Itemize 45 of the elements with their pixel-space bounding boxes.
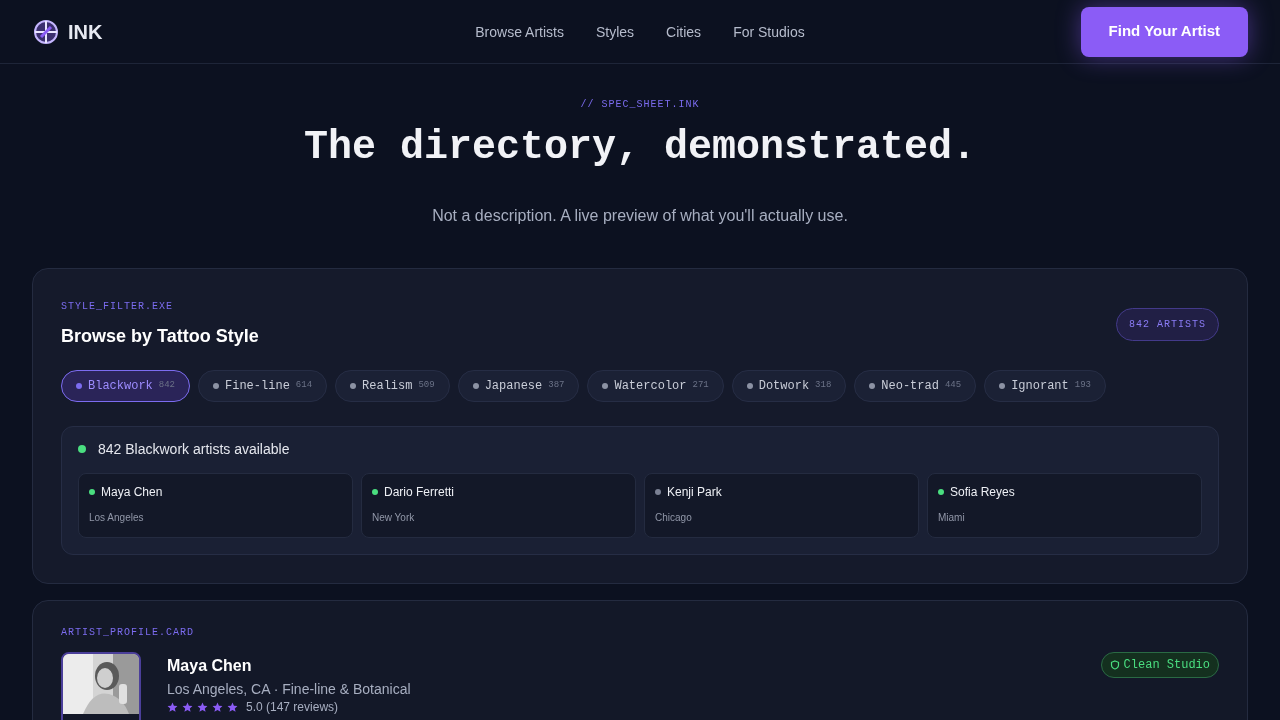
star-icon — [212, 701, 223, 713]
artist-result-card[interactable]: Maya Chen Los Angeles — [78, 473, 353, 538]
style-chip[interactable]: Neo-trad 445 — [854, 370, 977, 402]
card-eyebrow: STYLE_FILTER.EXE — [61, 300, 174, 314]
artist-city: Los Angeles — [89, 511, 145, 525]
card-title: Browse by Tattoo Style — [61, 325, 259, 348]
section-eyebrow: // SPEC_SHEET.INK — [580, 98, 700, 112]
hero-title: The directory, demonstrated. — [303, 128, 977, 168]
style-chip[interactable]: Ignorant 193 — [984, 370, 1106, 402]
artist-result-card[interactable]: Sofia Reyes Miami — [927, 473, 1202, 538]
results-summary: 842 Blackwork artists available — [98, 440, 290, 459]
profile-name: Maya Chen — [167, 656, 253, 676]
brand-name[interactable]: INK — [68, 17, 103, 46]
rating-text: 5.0 (147 reviews) — [246, 700, 339, 714]
profile-meta: Los Angeles, CA · Fine-line & Botanical — [167, 680, 412, 699]
card-eyebrow: ARTIST_PROFILE.CARD — [61, 626, 196, 640]
artist-name: Kenji Park — [667, 484, 722, 500]
artist-city: Chicago — [655, 511, 693, 525]
style-chip[interactable]: Realism 509 — [335, 370, 450, 402]
style-chip[interactable]: Blackwork 842 — [61, 370, 190, 402]
star-icon — [182, 701, 193, 713]
shield-icon — [1109, 660, 1120, 670]
hero-subtitle: Not a description. A live preview of what you'll actually use. — [432, 206, 848, 226]
nav-link[interactable]: For Studios — [733, 21, 805, 42]
artist-name: Maya Chen — [101, 484, 163, 500]
artist-name: Sofia Reyes — [950, 484, 1015, 500]
nav-link[interactable]: Cities — [666, 21, 702, 42]
clean-studio-badge: Clean Studio — [1100, 652, 1219, 678]
style-chip[interactable]: Watercolor 271 — [587, 370, 724, 402]
star-icon — [227, 701, 238, 713]
star-icon — [197, 701, 208, 713]
artist-name: Dario Ferretti — [384, 484, 454, 500]
nav-link[interactable]: Browse Artists — [475, 21, 564, 42]
artist-city: Miami — [938, 511, 966, 525]
artist-count-badge: 842 ARTISTS — [1116, 308, 1219, 341]
artist-result-card[interactable]: Dario Ferretti New York — [361, 473, 636, 538]
nav-link[interactable]: Styles — [596, 21, 635, 42]
find-artist-button[interactable]: Find Your Artist — [1080, 6, 1248, 57]
compass-logo-icon — [32, 17, 60, 46]
artist-city: New York — [372, 511, 416, 525]
style-chip[interactable]: Japanese 387 — [457, 370, 580, 402]
artist-result-card[interactable]: Kenji Park Chicago — [644, 473, 919, 538]
style-chip[interactable]: Dotwork 318 — [731, 370, 847, 402]
star-icon — [167, 701, 178, 713]
style-chip[interactable]: Fine-line 614 — [198, 370, 328, 402]
